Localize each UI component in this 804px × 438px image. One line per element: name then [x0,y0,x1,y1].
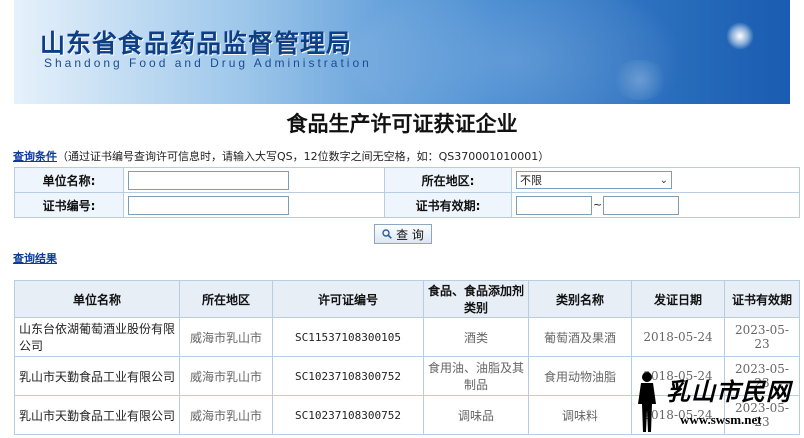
cert-no-cell [123,192,385,218]
results-label-wrap: 查询结果 [13,250,57,266]
col-region: 所在地区 [179,280,273,318]
category-name-cell: 食用动物油脂 [528,356,632,396]
company-name-label: 单位名称: [14,167,124,193]
valid-until-cell: 2023-05-23 [724,317,800,357]
query-conditions: 查询条件（通过证书编号查询许可信息时，请输入大写QS，12位数字之间无空格，如：… [13,148,549,164]
company-cell: 乳山市天勤食品工业有限公司 [14,356,180,396]
col-company: 单位名称 [14,280,180,318]
license-cell: SC11537108300105 [272,317,424,357]
validity-to-input[interactable] [603,195,680,215]
company-name-cell [123,167,385,193]
query-hint: （通过证书编号查询许可信息时，请输入大写QS，12位数字之间无空格，如：QS37… [57,150,550,163]
validity-label: 证书有效期: [384,192,512,218]
category-name-cell: 调味料 [528,395,632,435]
col-license: 许可证编号 [272,280,424,318]
region-select[interactable]: 不限 ⌄ [516,171,672,189]
region-select-value: 不限 [520,174,542,187]
watermark-text: 乳山市民网 [666,377,791,406]
search-form: 单位名称: 所在地区: 不限 ⌄ 证书编号: 证书有效期: ~ [14,167,800,218]
region-cell: 不限 ⌄ [511,167,800,193]
region-cell: 威海市乳山市 [179,317,273,357]
cert-no-input[interactable] [128,195,289,215]
license-cell: SC10237108300752 [272,356,424,396]
table-row: 山东台依湖葡萄酒业股份有限公司 威海市乳山市 SC11537108300105 … [14,317,800,357]
validity-from-input[interactable] [516,195,592,215]
watermark: 乳山市民网 www.swsm.net [622,370,798,436]
validity-separator: ~ [593,198,603,211]
region-cell: 威海市乳山市 [179,395,273,435]
col-category: 食品、食品添加剂类别 [423,280,529,318]
company-name-input[interactable] [128,170,289,190]
cert-no-label: 证书编号: [14,192,124,218]
category-name-cell: 葡萄酒及果酒 [528,317,632,357]
category-cell: 调味品 [423,395,529,435]
watermark-url: www.swsm.net [680,412,762,427]
query-button-label: 查 询 [396,227,424,242]
chevron-down-icon: ⌄ [659,174,668,186]
person-silhouette-icon [638,372,656,432]
category-cell: 酒类 [423,317,529,357]
banner-glow [610,60,670,100]
region-cell: 威海市乳山市 [179,356,273,396]
agency-title-en: Shandong Food and Drug Administration [44,56,372,70]
banner-sparkle [726,22,754,50]
query-button[interactable]: 查 询 [374,224,432,244]
results-header-row: 单位名称 所在地区 许可证编号 食品、食品添加剂类别 类别名称 发证日期 证书有… [14,280,800,318]
header-banner: 山东省食品药品监督管理局 Shandong Food and Drug Admi… [14,0,790,104]
category-cell: 食用油、油脂及其制品 [423,356,529,396]
issue-date-cell: 2018-05-24 [631,317,725,357]
col-category-name: 类别名称 [528,280,632,318]
company-cell: 山东台依湖葡萄酒业股份有限公司 [14,317,180,357]
query-conditions-label[interactable]: 查询条件 [13,150,57,163]
company-cell: 乳山市天勤食品工业有限公司 [14,395,180,435]
agency-title: 山东省食品药品监督管理局 [40,29,353,58]
col-issue-date: 发证日期 [631,280,725,318]
region-label: 所在地区: [384,167,512,193]
page-title: 食品生产许可证获证企业 [286,111,518,136]
col-valid-until: 证书有效期 [724,280,800,318]
validity-cell: ~ [511,192,800,218]
search-icon [382,229,392,239]
license-cell: SC10237108300752 [272,395,424,435]
results-label[interactable]: 查询结果 [13,252,57,265]
